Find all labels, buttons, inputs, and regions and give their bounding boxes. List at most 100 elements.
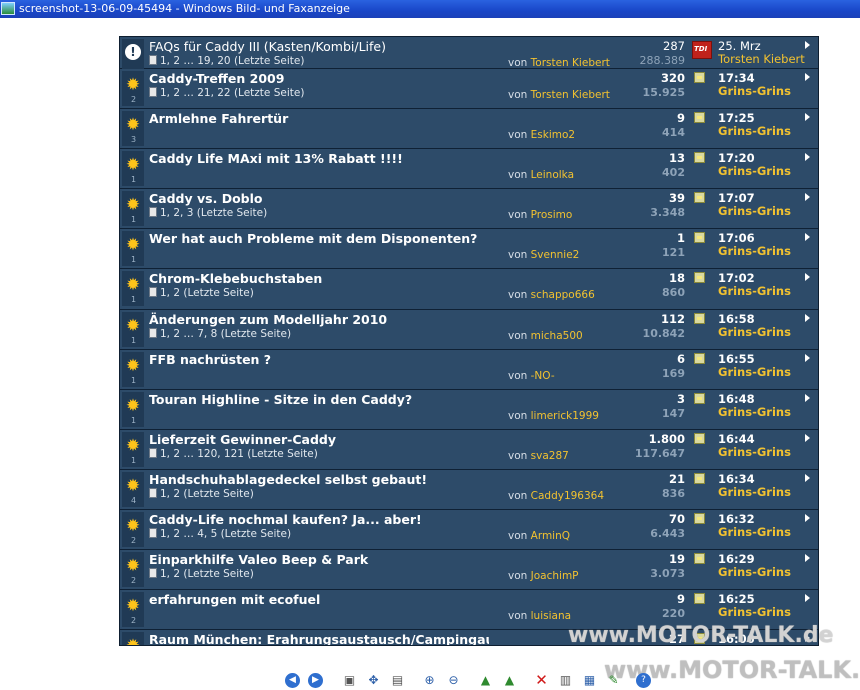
last-post-icon[interactable]	[694, 272, 705, 283]
last-post-icon[interactable]	[694, 593, 705, 604]
topic-author-link[interactable]: Eskimo2	[531, 129, 575, 141]
topic-row[interactable]: ✹ 1 Wer hat auch Probleme mit dem Disponen…	[120, 229, 818, 269]
topic-author-link[interactable]: ArminQ	[531, 530, 570, 542]
topic-title-link[interactable]: Einparkhilfe Valeo Beep & Park	[149, 552, 489, 567]
topic-author-link[interactable]: Svennie2	[531, 249, 580, 261]
topic-author-link[interactable]: Caddy196364	[531, 490, 604, 502]
topic-title-link[interactable]: FFB nachrüsten ?	[149, 352, 489, 367]
last-post-user-link[interactable]: Grins-Grins	[718, 164, 791, 178]
rotate-counterclockwise-icon[interactable]: ▲	[502, 673, 517, 688]
last-post-icon[interactable]	[694, 152, 705, 163]
expand-arrow-icon[interactable]	[805, 594, 810, 602]
topic-title-link[interactable]: Touran Highline - Sitze in den Caddy?	[149, 392, 489, 407]
actual-size-icon[interactable]: ✥	[366, 673, 381, 688]
topic-author-link[interactable]: micha500	[531, 330, 583, 342]
slideshow-icon[interactable]: ▤	[390, 673, 405, 688]
prev-image-icon[interactable]: ◀	[285, 673, 300, 688]
last-post-icon[interactable]	[694, 313, 705, 324]
last-post-icon[interactable]	[694, 433, 705, 444]
expand-arrow-icon[interactable]	[805, 153, 810, 161]
topic-title-link[interactable]: Handschuhablagedeckel selbst gebaut!	[149, 472, 489, 487]
topic-page-links[interactable]: 1, 2 … 21, 22 (Letzte Seite)	[160, 87, 304, 99]
topic-row[interactable]: ✹ 1 Lieferzeit Gewinner-Caddy 1, 2 … 120, 1…	[120, 430, 818, 470]
topic-row[interactable]: ✹ 1 FFB nachrüsten ? von -NO- 6 169 16:55 Grins…	[120, 350, 818, 390]
topic-author-link[interactable]: JoachimP	[531, 570, 579, 582]
expand-arrow-icon[interactable]	[805, 554, 810, 562]
delete-icon[interactable]: ✕	[534, 673, 549, 688]
topic-title-link[interactable]: Änderungen zum Modelljahr 2010	[149, 312, 489, 327]
print-icon[interactable]: ▥	[558, 673, 573, 688]
topic-title-link[interactable]: Armlehne Fahrertür	[149, 111, 489, 126]
last-post-user-link[interactable]: Grins-Grins	[718, 204, 791, 218]
topic-author-link[interactable]: sva287	[531, 450, 569, 462]
expand-arrow-icon[interactable]	[805, 474, 810, 482]
last-post-user-link[interactable]: Torsten Kiebert	[718, 52, 805, 66]
last-post-icon[interactable]	[694, 513, 705, 524]
topic-page-links[interactable]: 1, 2 (Letzte Seite)	[160, 287, 254, 299]
expand-arrow-icon[interactable]	[805, 113, 810, 121]
last-post-icon[interactable]	[694, 192, 705, 203]
topic-title-link[interactable]: Caddy vs. Doblo	[149, 191, 489, 206]
expand-arrow-icon[interactable]	[805, 273, 810, 281]
last-post-icon[interactable]	[694, 353, 705, 364]
rotate-clockwise-icon[interactable]: ▲	[478, 673, 493, 688]
next-image-icon[interactable]: ▶	[308, 673, 323, 688]
expand-arrow-icon[interactable]	[805, 514, 810, 522]
last-post-user-link[interactable]: Grins-Grins	[718, 485, 791, 499]
last-post-user-link[interactable]: Grins-Grins	[718, 605, 791, 619]
expand-arrow-icon[interactable]	[805, 193, 810, 201]
topic-row[interactable]: ✹ 3 Armlehne Fahrertür von Eskimo2 9 414 17:25…	[120, 109, 818, 149]
expand-arrow-icon[interactable]	[805, 314, 810, 322]
topic-row[interactable]: ✹ 2 Einparkhilfe Valeo Beep & Park 1, 2 (Le…	[120, 550, 818, 590]
last-post-icon[interactable]	[694, 112, 705, 123]
topic-row[interactable]: ✹ 1 Caddy vs. Doblo 1, 2, 3 (Letzte Seite) v…	[120, 189, 818, 229]
topic-row[interactable]: ✹ 1 Änderungen zum Modelljahr 2010 1, 2 … 7…	[120, 310, 818, 350]
topic-author-link[interactable]: luisiana	[531, 610, 571, 622]
expand-arrow-icon[interactable]	[805, 233, 810, 241]
topic-page-links[interactable]: 1, 2, 3 (Letzte Seite)	[160, 207, 267, 219]
topic-title-link[interactable]: Caddy-Life nochmal kaufen? Ja... aber!	[149, 512, 489, 527]
topic-title-link[interactable]: Caddy Life MAxi mit 13% Rabatt !!!!	[149, 151, 489, 166]
topic-author-link[interactable]: Torsten Kiebert	[531, 89, 610, 101]
last-post-icon[interactable]	[694, 393, 705, 404]
last-post-user-link[interactable]: Grins-Grins	[718, 365, 791, 379]
best-fit-icon[interactable]: ▣	[342, 673, 357, 688]
topic-page-links[interactable]: 1, 2 (Letzte Seite)	[160, 488, 254, 500]
last-post-icon[interactable]	[694, 553, 705, 564]
topic-author-link[interactable]: Prosimo	[531, 209, 573, 221]
topic-title-link[interactable]: Wer hat auch Probleme mit dem Disponente…	[149, 231, 489, 246]
topic-page-links[interactable]: 1, 2 (Letzte Seite)	[160, 568, 254, 580]
topic-author-link[interactable]: Leinolka	[531, 169, 574, 181]
expand-arrow-icon[interactable]	[805, 73, 810, 81]
last-post-user-link[interactable]: Grins-Grins	[718, 405, 791, 419]
topic-page-links[interactable]: 1, 2 … 4, 5 (Letzte Seite)	[160, 528, 291, 540]
last-post-user-link[interactable]: Grins-Grins	[718, 325, 791, 339]
expand-arrow-icon[interactable]	[805, 354, 810, 362]
zoom-in-icon[interactable]: ⊕	[422, 673, 437, 688]
last-post-icon[interactable]	[694, 232, 705, 243]
last-post-icon[interactable]	[694, 473, 705, 484]
save-icon[interactable]: ▦	[582, 673, 597, 688]
zoom-out-icon[interactable]: ⊖	[446, 673, 461, 688]
topic-row[interactable]: ✹ 1 Touran Highline - Sitze in den Caddy? v…	[120, 390, 818, 430]
expand-arrow-icon[interactable]	[805, 41, 810, 49]
topic-row[interactable]: ✹ 2 Caddy-Life nochmal kaufen? Ja... aber!…	[120, 510, 818, 550]
edit-icon[interactable]: ✎	[606, 673, 621, 688]
topic-title-link[interactable]: erfahrungen mit ecofuel	[149, 592, 489, 607]
topic-title-link[interactable]: Lieferzeit Gewinner-Caddy	[149, 432, 489, 447]
topic-author-link[interactable]: -NO-	[531, 370, 555, 382]
last-post-icon[interactable]	[694, 72, 705, 83]
topic-row[interactable]: ! FAQs für Caddy III (Kasten/Kombi/Life) 1…	[120, 37, 818, 74]
topic-author-link[interactable]: Torsten Kiebert	[531, 57, 610, 69]
help-icon[interactable]: ?	[636, 673, 651, 688]
topic-page-links[interactable]: 1, 2 … 120, 121 (Letzte Seite)	[160, 448, 318, 460]
topic-title-link[interactable]: Raum München: Erahrungsaustausch/Camping…	[149, 632, 489, 645]
last-post-user-link[interactable]: Grins-Grins	[718, 565, 791, 579]
topic-row[interactable]: ✹ 1 Caddy Life MAxi mit 13% Rabatt !!!! von…	[120, 149, 818, 189]
last-post-user-link[interactable]: Grins-Grins	[718, 124, 791, 138]
last-post-user-link[interactable]: Grins-Grins	[718, 244, 791, 258]
expand-arrow-icon[interactable]	[805, 394, 810, 402]
topic-title-link[interactable]: Caddy-Treffen 2009	[149, 71, 489, 86]
last-post-user-link[interactable]: Grins-Grins	[718, 525, 791, 539]
last-post-user-link[interactable]: Grins-Grins	[718, 445, 791, 459]
